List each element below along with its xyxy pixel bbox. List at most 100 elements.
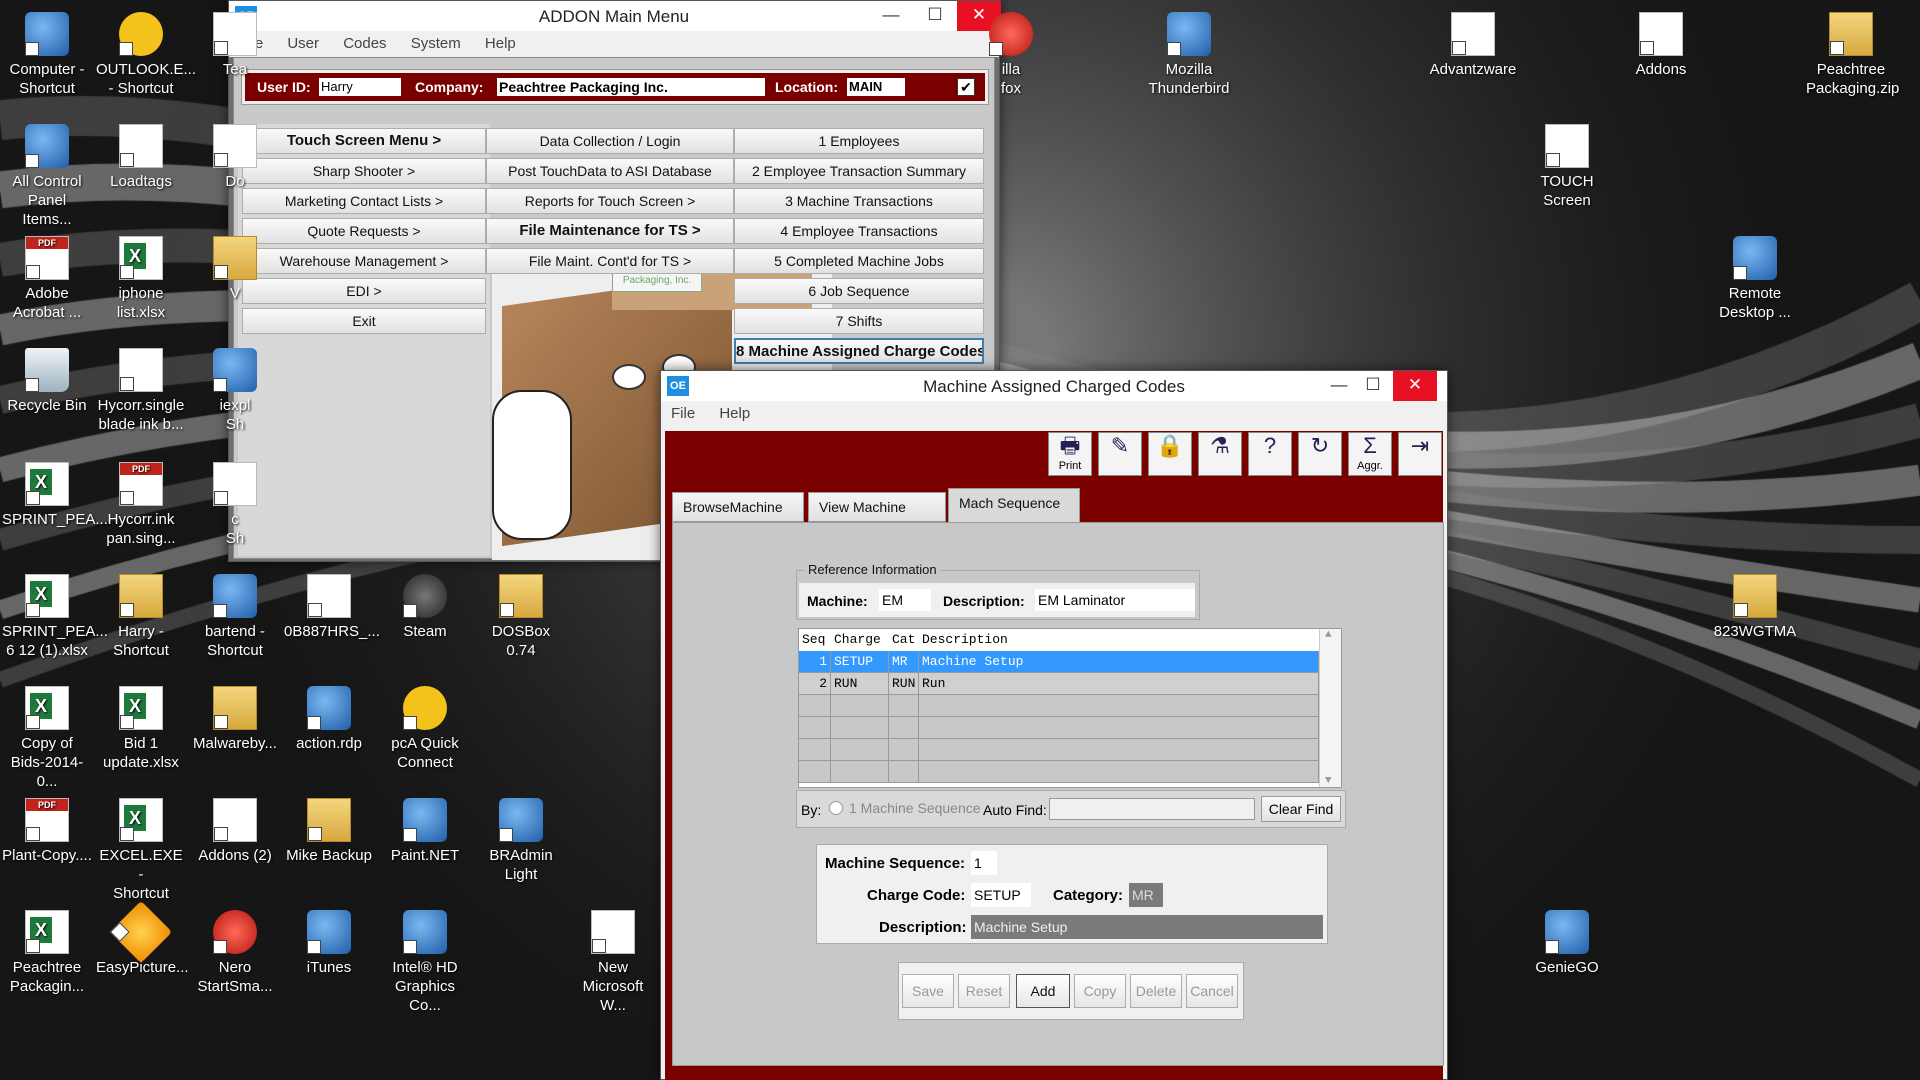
menu-user[interactable]: User (287, 35, 319, 52)
clear-find-button[interactable]: Clear Find (1261, 796, 1341, 822)
menu-button-col2-3[interactable]: File Maintenance for TS > (486, 218, 734, 244)
maximize-icon[interactable]: ☐ (1351, 371, 1395, 401)
desktop-icon[interactable]: GenieGO (1522, 906, 1612, 977)
sequence-grid[interactable]: Seq Charge Cat Description 1 SETUP MR Machine … (798, 628, 1342, 788)
desktop-icon[interactable]: Malwareby... (190, 682, 280, 753)
tab-2[interactable]: Mach Sequence (948, 488, 1080, 524)
desktop-icon[interactable]: 0B887HRS_... (284, 570, 380, 641)
desktop-icon[interactable]: BRAdmin Light (476, 794, 566, 884)
desktop-icon[interactable]: Copy of Bids-2014-0... (2, 682, 92, 791)
desktop-icon[interactable]: Plant-Copy.... (2, 794, 92, 865)
toolbar-button-6[interactable]: Σ Aggr. (1348, 432, 1392, 476)
minimize-icon[interactable]: — (869, 1, 913, 31)
sort-option-label[interactable]: 1 Machine Sequence (849, 800, 981, 816)
toolbar-button-3[interactable]: ⚗ (1198, 432, 1242, 476)
company-field[interactable]: Peachtree Packaging Inc. (497, 78, 765, 96)
menu-file[interactable]: File (671, 405, 695, 422)
user-id-field[interactable]: Harry (319, 78, 401, 96)
tab-0[interactable]: BrowseMachine (672, 492, 804, 522)
desktop-icon[interactable]: New Microsoft W... (568, 906, 658, 1015)
desktop-icon[interactable]: Loadtags (96, 120, 186, 191)
menu-codes[interactable]: Codes (343, 35, 386, 52)
menu-button-col3-1[interactable]: 2 Employee Transaction Summary (734, 158, 984, 184)
desktop-icon[interactable]: Remote Desktop ... (1710, 232, 1800, 322)
desktop-icon[interactable]: iphone list.xlsx (96, 232, 186, 322)
tab-1[interactable]: View Machine (808, 492, 946, 522)
desktop-icon[interactable]: Hycorr.single blade ink b... (96, 344, 186, 434)
menu-button-col1-2[interactable]: Marketing Contact Lists > (242, 188, 486, 214)
desktop-icon[interactable]: illa fox (966, 8, 1056, 98)
location-field[interactable]: MAIN (847, 78, 905, 96)
desktop-icon[interactable]: Tea (190, 8, 280, 79)
menu-button-col3-4[interactable]: 5 Completed Machine Jobs (734, 248, 984, 274)
menu-button-col2-1[interactable]: Post TouchData to ASI Database (486, 158, 734, 184)
auto-find-input[interactable] (1049, 798, 1255, 820)
toolbar-button-2[interactable]: 🔒 (1148, 432, 1192, 476)
machine-sequence-field[interactable]: 1 (971, 851, 997, 875)
sort-radio-button[interactable] (829, 801, 843, 815)
menu-help[interactable]: Help (485, 35, 516, 52)
desktop-icon[interactable]: V (190, 232, 280, 303)
maximize-icon[interactable]: ☐ (913, 1, 957, 31)
mac-title-bar[interactable]: OE Machine Assigned Charged Codes — ☐ ✕ (661, 371, 1447, 401)
desktop-icon[interactable]: Addons (2) (190, 794, 280, 865)
desktop-icon[interactable]: Paint.NET (380, 794, 470, 865)
desktop-icon[interactable]: Hycorr.ink pan.sing... (96, 458, 186, 548)
desktop-icon[interactable]: DOSBox 0.74 (476, 570, 566, 660)
desktop-icon[interactable]: Intel® HD Graphics Co... (380, 906, 470, 1015)
menu-button-col2-2[interactable]: Reports for Touch Screen > (486, 188, 734, 214)
desktop-icon[interactable]: Computer - Shortcut (2, 8, 92, 98)
scroll-up-icon[interactable]: ▲ (1325, 629, 1332, 641)
desktop-icon[interactable]: action.rdp (284, 682, 374, 753)
toolbar-button-1[interactable]: ✎ (1098, 432, 1142, 476)
desktop-icon[interactable]: Peachtree Packaging.zip (1806, 8, 1899, 98)
toolbar-button-4[interactable]: ? (1248, 432, 1292, 476)
desktop-icon[interactable]: SPRINT_PEA... 6 12 (1).xlsx (2, 570, 108, 660)
desktop-icon[interactable]: Mozilla Thunderbird (1144, 8, 1234, 98)
menu-button-col3-5[interactable]: 6 Job Sequence (734, 278, 984, 304)
desktop-icon[interactable]: TOUCH Screen (1522, 120, 1612, 210)
save-button[interactable]: Save (902, 974, 954, 1008)
add-button[interactable]: Add (1016, 974, 1070, 1008)
menu-help[interactable]: Help (719, 405, 750, 422)
desktop-icon[interactable]: Steam (380, 570, 470, 641)
addon-title-bar[interactable]: OE ADDON Main Menu — ☐ ✕ (229, 1, 1001, 31)
desktop-icon[interactable]: Mike Backup (284, 794, 374, 865)
desktop-icon[interactable]: Bid 1 update.xlsx (96, 682, 186, 772)
menu-button-col3-6[interactable]: 7 Shifts (734, 308, 984, 334)
desktop-icon[interactable]: EXCEL.EXE - Shortcut (96, 794, 186, 903)
desktop-icon[interactable]: EasyPicture... (96, 900, 189, 977)
desktop-icon[interactable]: iTunes (284, 906, 374, 977)
menu-button-col1-6[interactable]: Exit (242, 308, 486, 334)
close-icon[interactable]: ✕ (1393, 371, 1437, 401)
desktop-icon[interactable]: iexpl Sh (190, 344, 280, 434)
cancel-button[interactable]: Cancel (1186, 974, 1238, 1008)
desktop-icon[interactable]: bartend - Shortcut (190, 570, 280, 660)
desktop-icon[interactable]: Nero StartSma... (190, 906, 280, 996)
menu-button-col3-0[interactable]: 1 Employees (734, 128, 984, 154)
charge-code-field[interactable]: SETUP (971, 883, 1031, 907)
delete-button[interactable]: Delete (1130, 974, 1182, 1008)
table-row[interactable]: 2 RUN RUN Run (799, 673, 1319, 695)
desktop-icon[interactable]: Recycle Bin (2, 344, 92, 415)
desktop-icon[interactable]: Peachtree Packagin... (2, 906, 92, 996)
desktop-icon[interactable]: OUTLOOK.E... - Shortcut (96, 8, 196, 98)
copy-button[interactable]: Copy (1074, 974, 1126, 1008)
desktop-icon[interactable]: c Sh (190, 458, 280, 548)
toolbar-button-7[interactable]: ⇥ (1398, 432, 1442, 476)
menu-button-col2-4[interactable]: File Maint. Cont'd for TS > (486, 248, 734, 274)
desktop-icon[interactable]: Harry - Shortcut (96, 570, 186, 660)
desktop-icon[interactable]: All Control Panel Items... (2, 120, 92, 229)
desktop-icon[interactable]: Do (190, 120, 280, 191)
desktop-icon[interactable]: pcA Quick Connect (380, 682, 470, 772)
desktop-icon[interactable]: Advantzware (1428, 8, 1518, 79)
desktop-icon[interactable]: Adobe Acrobat ... (2, 232, 92, 322)
reset-button[interactable]: Reset (958, 974, 1010, 1008)
desktop-icon[interactable]: Addons (1616, 8, 1706, 79)
desktop-icon[interactable]: 823WGTMA (1710, 570, 1800, 641)
table-row[interactable]: 1 SETUP MR Machine Setup (799, 651, 1319, 673)
menu-button-col3-2[interactable]: 3 Machine Transactions (734, 188, 984, 214)
scroll-down-icon[interactable]: ▼ (1325, 775, 1332, 787)
menu-button-col2-0[interactable]: Data Collection / Login (486, 128, 734, 154)
menu-button-col3-3[interactable]: 4 Employee Transactions (734, 218, 984, 244)
